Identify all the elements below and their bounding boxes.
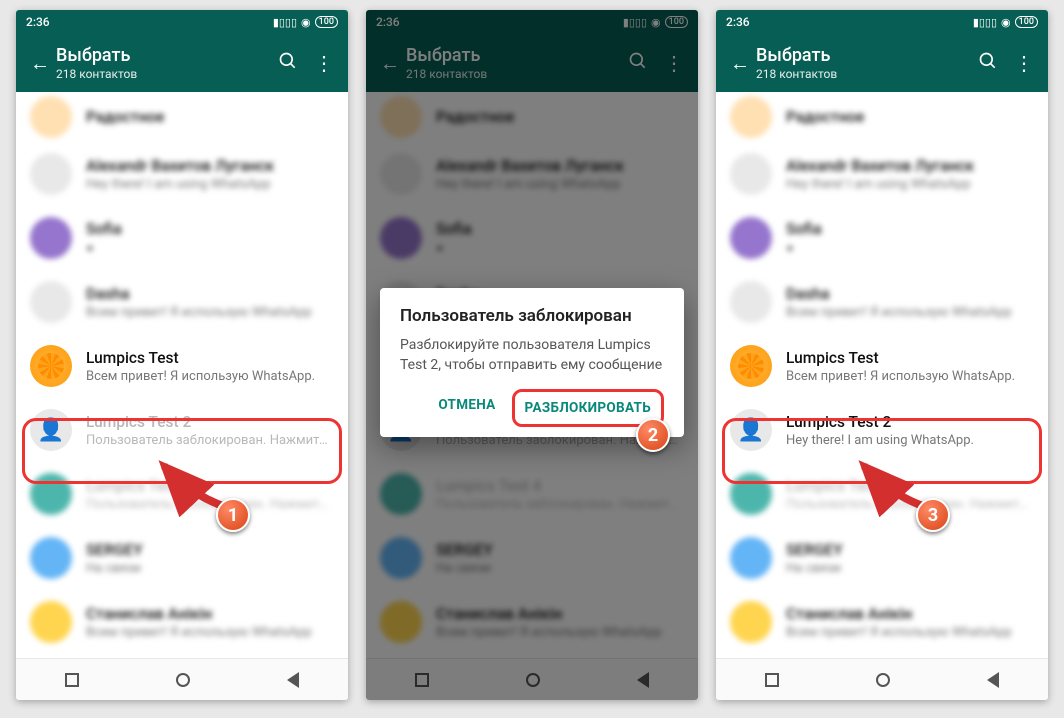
status-bar: 2:36 ▮▯▯▯◉100 [716, 10, 1048, 34]
status-time: 2:36 [726, 15, 750, 29]
contact-name: Lumpics Test 2 [86, 413, 334, 431]
status-bar: 2:36 ▮▯▯▯ ◉ 100 [16, 10, 348, 34]
list-item[interactable]: Alexandr Вахитов ЛуганскHey there! I am … [16, 142, 348, 206]
avatar [30, 473, 72, 515]
unblock-dialog: Пользователь заблокирован Разблокируйте … [380, 288, 684, 437]
annotation-step-3: 3 [916, 498, 950, 532]
list-item[interactable]: DashaВсем привет! Я использую WhatsApp [716, 270, 1048, 334]
avatar: 👤 [30, 409, 72, 451]
list-item[interactable]: Станислав AнікінВсем привет! Я использую… [716, 590, 1048, 654]
list-item-lumpics-test-2[interactable]: 👤 Lumpics Test 2 Пользователь заблокирован… [16, 398, 348, 462]
status-time: 2:36 [26, 15, 50, 29]
list-item[interactable]: Радостное [16, 92, 348, 142]
contact-status: Всем привет! Я использую WhatsApp. [86, 369, 334, 384]
wifi-icon: ◉ [301, 16, 311, 29]
nav-back-button[interactable] [987, 672, 999, 688]
list-item-lumpics-test[interactable]: Lumpics Test Всем привет! Я использую Wha… [16, 334, 348, 398]
more-icon[interactable]: ⋮ [306, 51, 342, 75]
avatar: 👤 [730, 409, 772, 451]
list-item[interactable]: Радостное [716, 92, 1048, 142]
list-item[interactable]: DashaВсем привет! Я использую WhatsApp [16, 270, 348, 334]
avatar [30, 345, 72, 387]
annotation-step-2: 2 [636, 418, 670, 452]
nav-back-button[interactable] [287, 672, 299, 688]
status-icons: ▮▯▯▯◉100 [973, 16, 1038, 29]
contact-name: Lumpics Test 2 [786, 413, 1034, 431]
nav-home-button[interactable] [876, 673, 890, 687]
list-item[interactable]: Alexandr Вахитов ЛуганскHey there! I am … [716, 142, 1048, 206]
contact-name: Lumpics Test [86, 349, 334, 367]
list-item[interactable]: Станислав AнікінВсем привет! Я использую… [16, 590, 348, 654]
status-icons: ▮▯▯▯ ◉ 100 [273, 16, 338, 29]
page-subtitle: 218 контактов [56, 67, 270, 81]
list-item-lumpics-test[interactable]: Lumpics TestВсем привет! Я использую Wha… [716, 334, 1048, 398]
nav-recent-button[interactable] [765, 673, 779, 687]
app-bar: ← Выбрать218 контактов ⋮ [716, 34, 1048, 92]
back-button[interactable]: ← [24, 51, 56, 76]
signal-icon: ▮▯▯▯ [273, 16, 297, 29]
list-item[interactable]: SERGEYНа связи [716, 526, 1048, 590]
invite-friends-button[interactable]: ⫘Пригласить друзей [16, 654, 348, 658]
back-button[interactable]: ← [724, 51, 756, 76]
search-icon[interactable] [270, 51, 306, 76]
android-nav-bar [16, 658, 348, 700]
more-icon[interactable]: ⋮ [1006, 51, 1042, 75]
phone-screen-1: 2:36 ▮▯▯▯ ◉ 100 ← Выбрать 218 контактов … [16, 10, 348, 700]
page-title: Выбрать [56, 45, 270, 66]
contact-list[interactable]: Радостное Alexandr Вахитов ЛуганскHey th… [716, 92, 1048, 658]
battery-icon: 100 [315, 16, 338, 28]
app-bar: ← Выбрать 218 контактов ⋮ [16, 34, 348, 92]
list-item-lumpics-test-2[interactable]: 👤 Lumpics Test 2 Hey there! I am using Wha… [716, 398, 1048, 462]
android-nav-bar [716, 658, 1048, 700]
invite-friends-button[interactable]: ⫘Пригласить друзей [716, 654, 1048, 658]
contact-status: Пользователь заблокирован. Нажмите, ч… [86, 433, 334, 448]
cancel-button[interactable]: ОТМЕНА [428, 389, 505, 427]
search-icon[interactable] [970, 51, 1006, 76]
annotation-step-1: 1 [216, 498, 250, 532]
list-item[interactable]: SERGEYНа связи [16, 526, 348, 590]
contact-list[interactable]: Радостное Alexandr Вахитов ЛуганскHey th… [16, 92, 348, 658]
list-item[interactable]: Sofia● [716, 206, 1048, 270]
list-item[interactable]: Sofia● [16, 206, 348, 270]
phone-screen-2: 2:36 ▮▯▯▯◉100 ← Выбрать218 контактов ⋮ Р… [366, 10, 698, 700]
dialog-message: Разблокируйте пользователя Lumpics Test … [400, 336, 664, 375]
dialog-title: Пользователь заблокирован [400, 306, 664, 326]
phone-screen-3: 2:36 ▮▯▯▯◉100 ← Выбрать218 контактов ⋮ Р… [716, 10, 1048, 700]
contact-status: Hey there! I am using WhatsApp. [786, 433, 1034, 448]
nav-home-button[interactable] [176, 673, 190, 687]
nav-recent-button[interactable] [65, 673, 79, 687]
